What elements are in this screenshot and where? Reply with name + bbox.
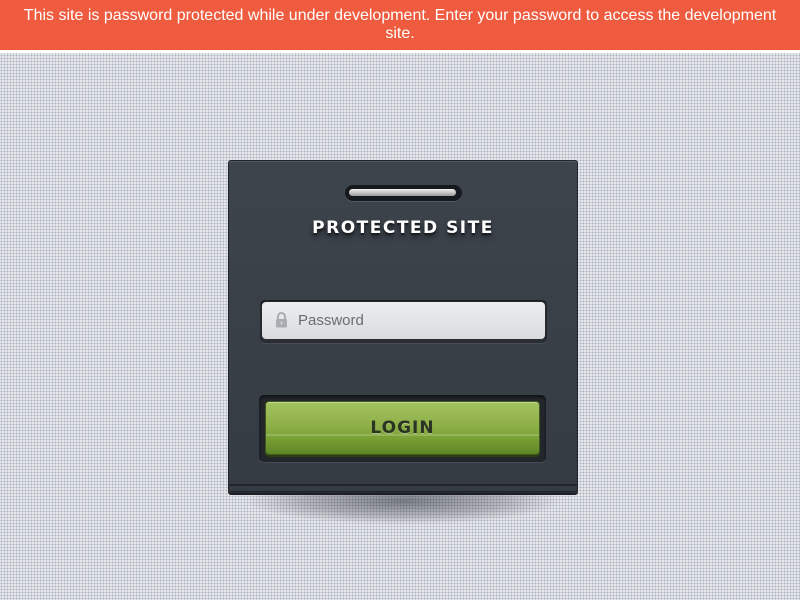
banner-divider	[0, 50, 800, 53]
dev-notice-banner: This site is password protected while un…	[0, 0, 800, 50]
page-title: PROTECTED SITE	[312, 218, 494, 238]
hanger-icon	[345, 185, 462, 201]
dev-notice-text: This site is password protected while un…	[23, 7, 777, 42]
password-field-wrapper	[260, 300, 547, 343]
login-button-label: LOGIN	[370, 418, 435, 438]
password-input[interactable]	[262, 302, 545, 339]
lock-icon	[276, 312, 287, 328]
hanger-bar	[349, 189, 456, 196]
card-edge	[228, 484, 578, 486]
login-button[interactable]: LOGIN	[265, 401, 540, 455]
